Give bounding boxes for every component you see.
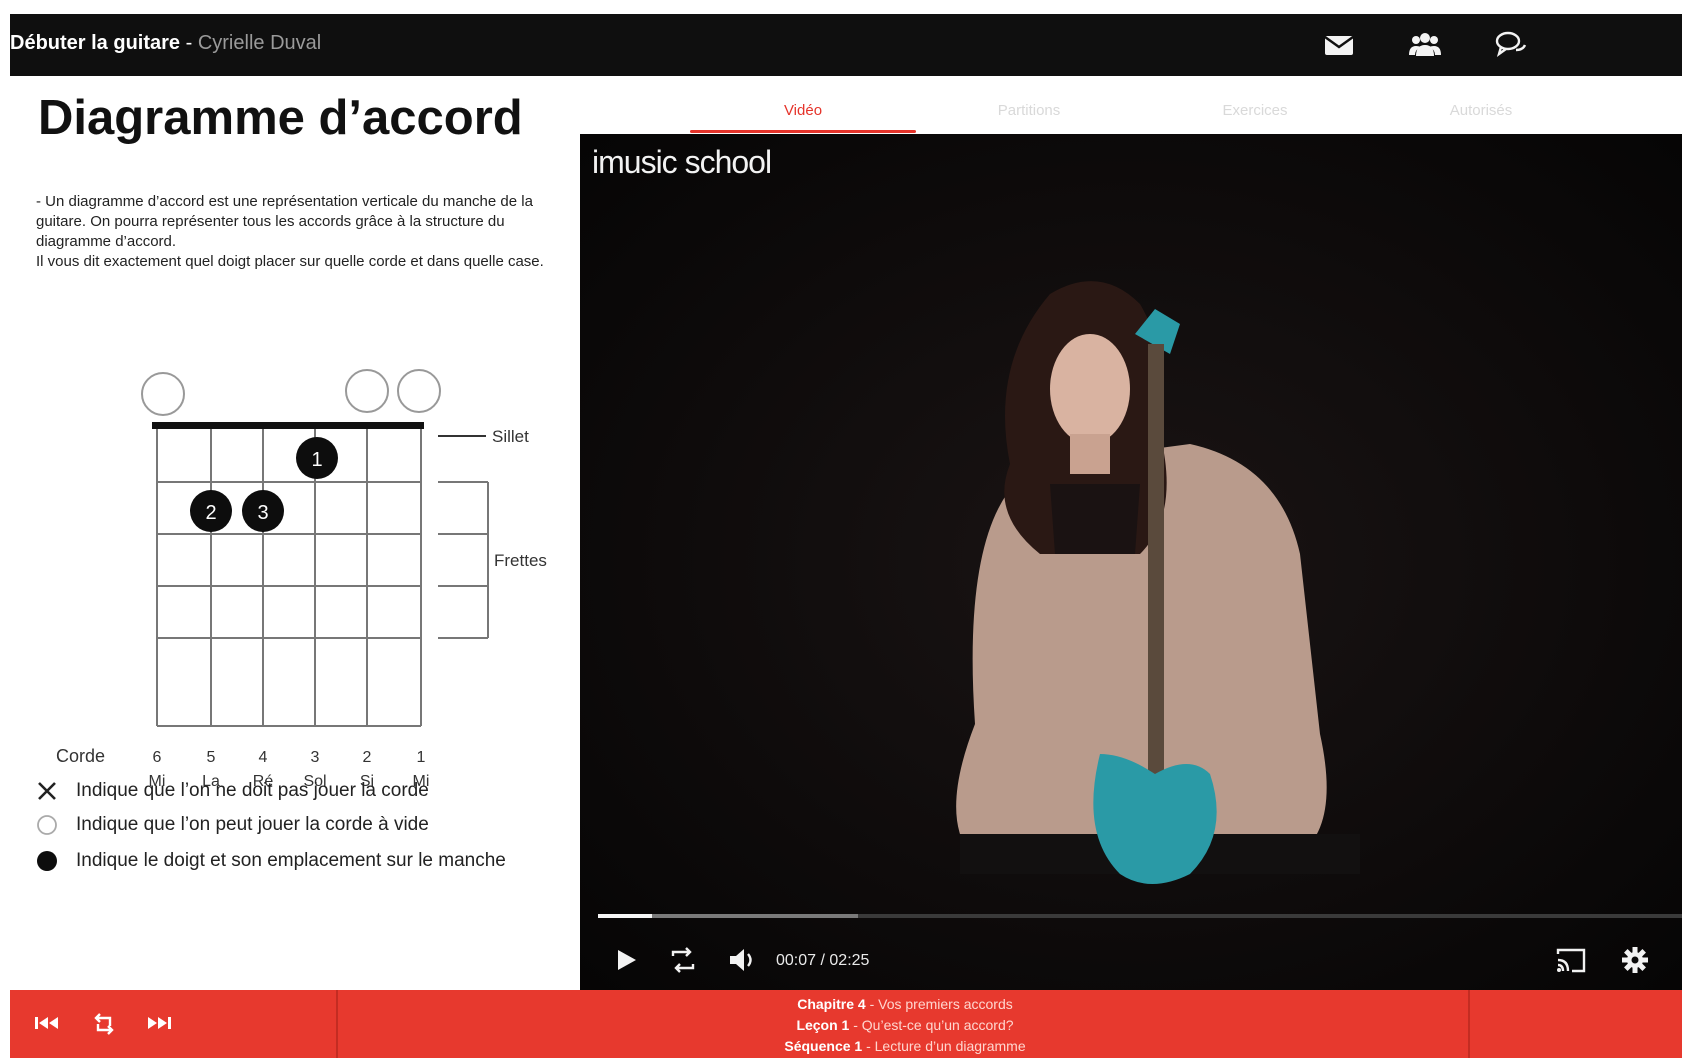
legend-item: Indique le doigt et son emplacement sur …	[36, 850, 506, 872]
time-separator: /	[816, 952, 830, 969]
finger-number: 2	[205, 502, 216, 524]
users-icon[interactable]	[1408, 28, 1442, 62]
string-number: 1	[417, 749, 426, 766]
finger-number: 1	[311, 449, 322, 471]
bottom-navigation-bar: Chapitre 4 - Vos premiers accords Leçon …	[10, 990, 1682, 1058]
finger-number: 3	[257, 502, 268, 524]
play-icon[interactable]	[610, 944, 644, 976]
legend-item: Indique que l’on ne doit pas jouer la co…	[36, 780, 429, 802]
legend-text: Indique que l’on peut jouer la corde à v…	[76, 814, 429, 836]
open-string-marker	[141, 372, 185, 416]
previous-icon[interactable]	[32, 1010, 62, 1036]
lesson-breadcrumb: Chapitre 4 - Vos premiers accords Leçon …	[340, 994, 1470, 1057]
description-paragraph: - Un diagramme d’accord est une représen…	[36, 193, 533, 250]
open-string-marker	[397, 369, 441, 413]
sillet-label: Sillet	[492, 427, 529, 446]
brand-watermark: imusic school	[592, 144, 772, 180]
loop-icon[interactable]	[666, 944, 700, 976]
chord-diagram: Sillet Frettes 1 2 3 Corde 6 5 4 3 2 1 M…	[56, 369, 547, 790]
legend-text: Indique que l’on ne doit pas jouer la co…	[76, 780, 429, 802]
tab-exercices[interactable]: Exercices	[1142, 102, 1368, 119]
x-icon	[36, 780, 58, 802]
video-frame	[580, 134, 1682, 990]
sequence-label: Séquence 1	[784, 1038, 863, 1054]
divider	[1468, 990, 1470, 1058]
strings	[156, 429, 422, 726]
filled-circle-icon	[36, 850, 58, 872]
string-number: 3	[311, 749, 320, 766]
description-paragraph: Il vous dit exactement quel doigt placer…	[36, 253, 544, 270]
open-string-marker	[345, 369, 389, 413]
lesson-line: Leçon 1 - Qu’est-ce qu’un accord?	[340, 1015, 1470, 1036]
lesson-description: - Un diagramme d’accord est une représen…	[36, 192, 566, 272]
progress-played	[598, 914, 652, 918]
video-progress-bar[interactable]	[598, 914, 1682, 918]
string-number: 5	[207, 749, 216, 766]
string-number: 6	[153, 749, 162, 766]
chapter-label: Chapitre 4	[797, 996, 866, 1012]
page-title: Diagramme d’accord	[38, 91, 523, 145]
course-title: Débuter la guitare - Cyrielle Duval	[10, 32, 321, 55]
lesson-label: Leçon 1	[796, 1017, 850, 1033]
corde-label: Corde	[56, 746, 105, 766]
title-separator: -	[180, 32, 198, 54]
sequence-line: Séquence 1 - Lecture d’un diagramme	[340, 1036, 1470, 1057]
frettes-bracket	[438, 481, 489, 639]
gear-icon[interactable]	[1618, 944, 1652, 976]
volume-icon[interactable]	[726, 944, 760, 976]
cast-icon[interactable]	[1554, 944, 1588, 976]
next-icon[interactable]	[144, 1010, 174, 1036]
open-circle-icon	[36, 814, 58, 836]
chat-icon[interactable]	[1494, 28, 1528, 62]
content-tabs: Vidéo Partitions Exercices Autorisés	[580, 76, 1682, 134]
divider	[336, 990, 338, 1058]
course-name: Débuter la guitare	[10, 32, 181, 54]
string-number: 2	[363, 749, 372, 766]
legend-item: Indique que l’on peut jouer la corde à v…	[36, 814, 429, 836]
author-name: Cyrielle Duval	[197, 32, 322, 54]
tab-video[interactable]: Vidéo	[690, 102, 916, 119]
mail-icon[interactable]	[1322, 28, 1356, 62]
lesson-panel: Diagramme d’accord - Un diagramme d’acco…	[10, 76, 580, 988]
sequence-text: - Lecture d’un diagramme	[862, 1038, 1026, 1054]
tab-autorises[interactable]: Autorisés	[1368, 102, 1594, 119]
frettes-label: Frettes	[494, 551, 547, 570]
time-display: 00:07 / 02:25	[776, 952, 869, 970]
legend-text: Indique le doigt et son emplacement sur …	[76, 850, 506, 872]
top-bar: Débuter la guitare - Cyrielle Duval	[10, 14, 1682, 76]
current-time: 00:07	[776, 952, 817, 969]
player-controls: 00:07 / 02:25	[580, 932, 1682, 988]
duration: 02:25	[829, 952, 870, 969]
chapter-line: Chapitre 4 - Vos premiers accords	[340, 994, 1470, 1015]
chapter-text: - Vos premiers accords	[865, 996, 1013, 1012]
tab-partitions[interactable]: Partitions	[916, 102, 1142, 119]
active-tab-indicator	[690, 130, 916, 133]
string-number: 4	[259, 749, 268, 766]
video-player[interactable]: imusic school 00:07 / 02:25	[580, 134, 1682, 990]
replay-icon[interactable]	[90, 1010, 120, 1036]
nut	[152, 422, 424, 429]
lesson-text: - Qu’est-ce qu’un accord?	[849, 1017, 1014, 1033]
